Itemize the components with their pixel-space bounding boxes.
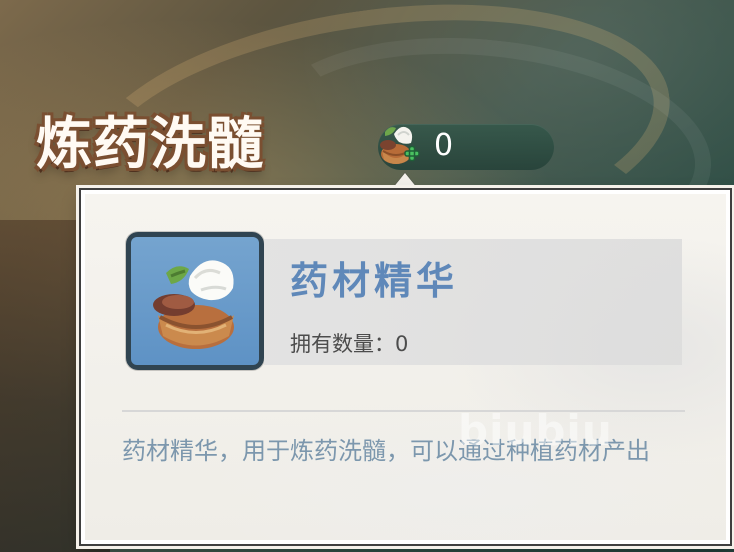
page-title: 炼药洗髓: [36, 111, 264, 177]
item-description: 药材精华，用于炼药洗髓，可以通过种植药材产出: [122, 437, 650, 465]
item-info-card: 药材精华 拥有数量：0: [264, 239, 682, 365]
section-divider: [122, 410, 685, 412]
herb-essence-icon: [153, 260, 234, 349]
item-tooltip: 药材精华 拥有数量：0 药材精华，用于炼药洗髓，可以通过种植药材产出: [81, 190, 730, 544]
owned-quantity-value: 0: [395, 332, 409, 356]
resource-counter[interactable]: 0: [378, 124, 554, 170]
owned-quantity-row: 拥有数量：0: [290, 331, 408, 357]
item-icon-frame: [126, 232, 264, 370]
item-name: 药材精华: [290, 259, 459, 303]
item-icon-background: [131, 237, 259, 365]
owned-quantity-label: 拥有数量：: [290, 332, 395, 356]
title-banner: 炼药洗髓: [28, 104, 348, 188]
resource-count: 0: [434, 128, 454, 163]
herb-essence-icon: [380, 126, 420, 164]
